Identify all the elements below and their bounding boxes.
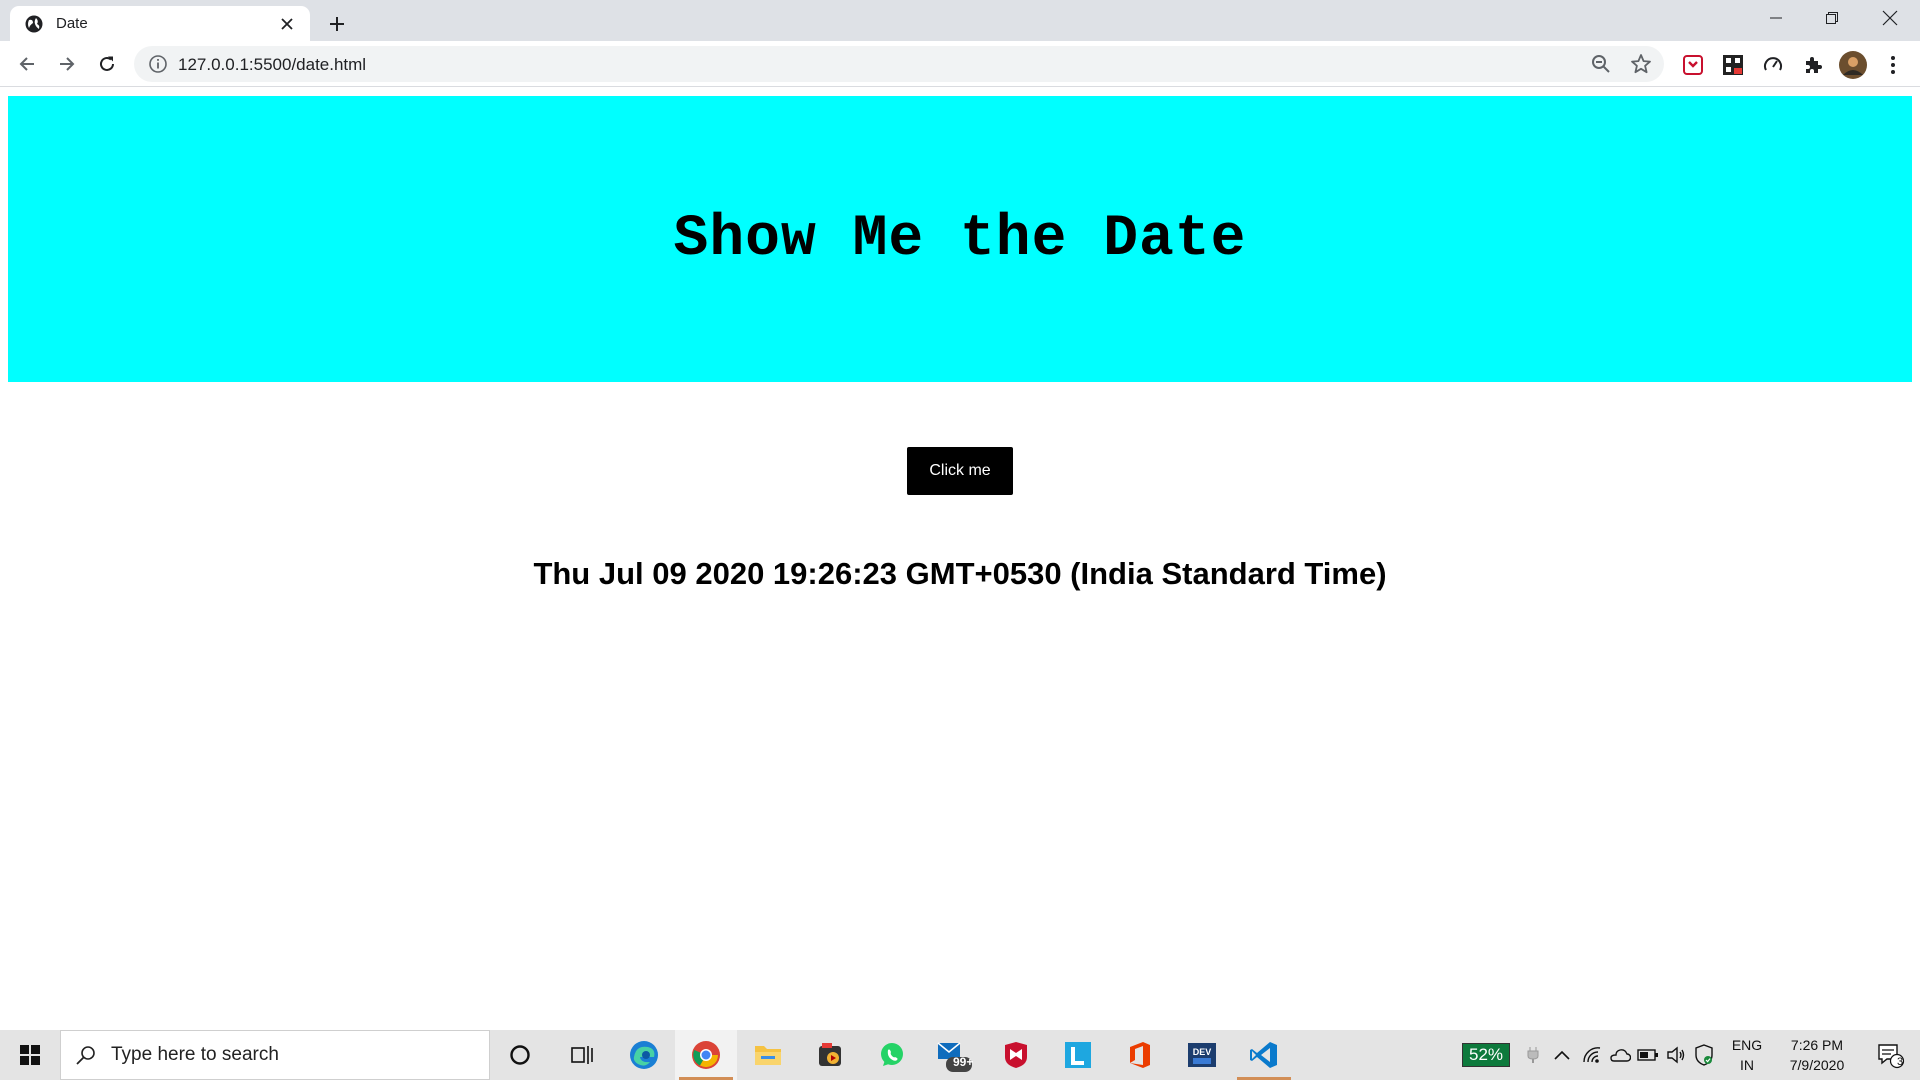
menu-kebab-icon[interactable] bbox=[1880, 52, 1906, 78]
dev-app-icon[interactable]: DEV bbox=[1171, 1030, 1233, 1080]
file-explorer-icon[interactable] bbox=[737, 1030, 799, 1080]
svg-text:DEV: DEV bbox=[1193, 1047, 1212, 1057]
mail-badge: 99+ bbox=[953, 1055, 974, 1069]
zoom-icon[interactable] bbox=[1590, 53, 1612, 75]
language-secondary: IN bbox=[1740, 1057, 1754, 1073]
task-view-icon[interactable] bbox=[551, 1030, 613, 1080]
notifications-count: 3 bbox=[1897, 1056, 1904, 1068]
tab-close-icon[interactable] bbox=[276, 13, 298, 35]
search-icon bbox=[76, 1046, 95, 1065]
reload-icon[interactable] bbox=[91, 48, 123, 80]
power-plug-icon[interactable] bbox=[1520, 1030, 1546, 1080]
wifi-icon[interactable] bbox=[1578, 1030, 1606, 1080]
cortana-icon[interactable] bbox=[489, 1030, 551, 1080]
edge-browser-icon[interactable] bbox=[613, 1030, 675, 1080]
date-output: Thu Jul 09 2020 19:26:23 GMT+0530 (India… bbox=[533, 556, 1387, 591]
taskbar: Type here to search 99+ DEV 52% ENG IN 7… bbox=[0, 1030, 1920, 1080]
taskbar-search-box[interactable]: Type here to search bbox=[60, 1030, 490, 1080]
security-shield-icon[interactable] bbox=[1690, 1030, 1718, 1080]
battery-icon[interactable] bbox=[1634, 1030, 1662, 1080]
restore-icon[interactable] bbox=[1804, 0, 1860, 36]
media-app-icon[interactable] bbox=[799, 1030, 861, 1080]
mail-icon[interactable]: 99+ bbox=[923, 1030, 985, 1080]
page-heading: Show Me the Date bbox=[673, 206, 1247, 272]
click-me-button[interactable]: Click me bbox=[907, 447, 1013, 495]
volume-icon[interactable] bbox=[1662, 1030, 1690, 1080]
tab-title: Date bbox=[56, 15, 88, 32]
search-placeholder: Type here to search bbox=[111, 1044, 279, 1065]
whatsapp-icon[interactable] bbox=[861, 1030, 923, 1080]
forward-icon[interactable] bbox=[51, 48, 83, 80]
header-banner: Show Me the Date bbox=[8, 96, 1912, 382]
language-indicator[interactable]: ENG IN bbox=[1724, 1030, 1770, 1080]
vscode-icon[interactable] bbox=[1233, 1030, 1295, 1080]
l-app-icon[interactable] bbox=[1047, 1030, 1109, 1080]
url-text[interactable]: 127.0.0.1:5500/date.html bbox=[178, 55, 366, 75]
close-window-icon[interactable] bbox=[1862, 0, 1918, 36]
browser-toolbar: 127.0.0.1:5500/date.html bbox=[0, 41, 1920, 87]
minimize-icon[interactable] bbox=[1748, 0, 1804, 36]
page-content: Show Me the Date Click me Thu Jul 09 202… bbox=[0, 88, 1920, 1030]
battery-percent: 52% bbox=[1461, 1043, 1511, 1067]
bookmark-star-icon[interactable] bbox=[1630, 53, 1652, 75]
profile-avatar[interactable] bbox=[1838, 50, 1868, 80]
pocket-extension-icon[interactable] bbox=[1680, 52, 1706, 78]
qr-extension-icon[interactable] bbox=[1720, 52, 1746, 78]
speed-extension-icon[interactable] bbox=[1760, 52, 1786, 78]
battery-percent-indicator[interactable]: 52% bbox=[1454, 1030, 1518, 1080]
address-bar[interactable]: 127.0.0.1:5500/date.html bbox=[134, 46, 1664, 82]
extensions-puzzle-icon[interactable] bbox=[1800, 52, 1826, 78]
chrome-browser-icon[interactable] bbox=[675, 1030, 737, 1080]
office-icon[interactable] bbox=[1109, 1030, 1171, 1080]
clock-date: 7/9/2020 bbox=[1789, 1057, 1845, 1073]
mcafee-icon[interactable] bbox=[985, 1030, 1047, 1080]
globe-icon bbox=[25, 15, 43, 32]
info-icon[interactable] bbox=[148, 54, 168, 74]
clock-time: 7:26 PM bbox=[1790, 1037, 1844, 1053]
windows-start-icon[interactable] bbox=[0, 1030, 60, 1080]
back-icon[interactable] bbox=[11, 48, 43, 80]
onedrive-icon[interactable] bbox=[1606, 1030, 1634, 1080]
browser-tab[interactable]: Date bbox=[10, 6, 310, 41]
browser-tabstrip: Date bbox=[0, 0, 1920, 41]
chevron-up-icon[interactable] bbox=[1548, 1030, 1576, 1080]
new-tab-icon[interactable] bbox=[322, 9, 352, 39]
action-center-icon[interactable]: 3 bbox=[1866, 1030, 1914, 1080]
language-primary: ENG bbox=[1731, 1037, 1763, 1053]
taskbar-clock[interactable]: 7:26 PM 7/9/2020 bbox=[1774, 1030, 1860, 1080]
